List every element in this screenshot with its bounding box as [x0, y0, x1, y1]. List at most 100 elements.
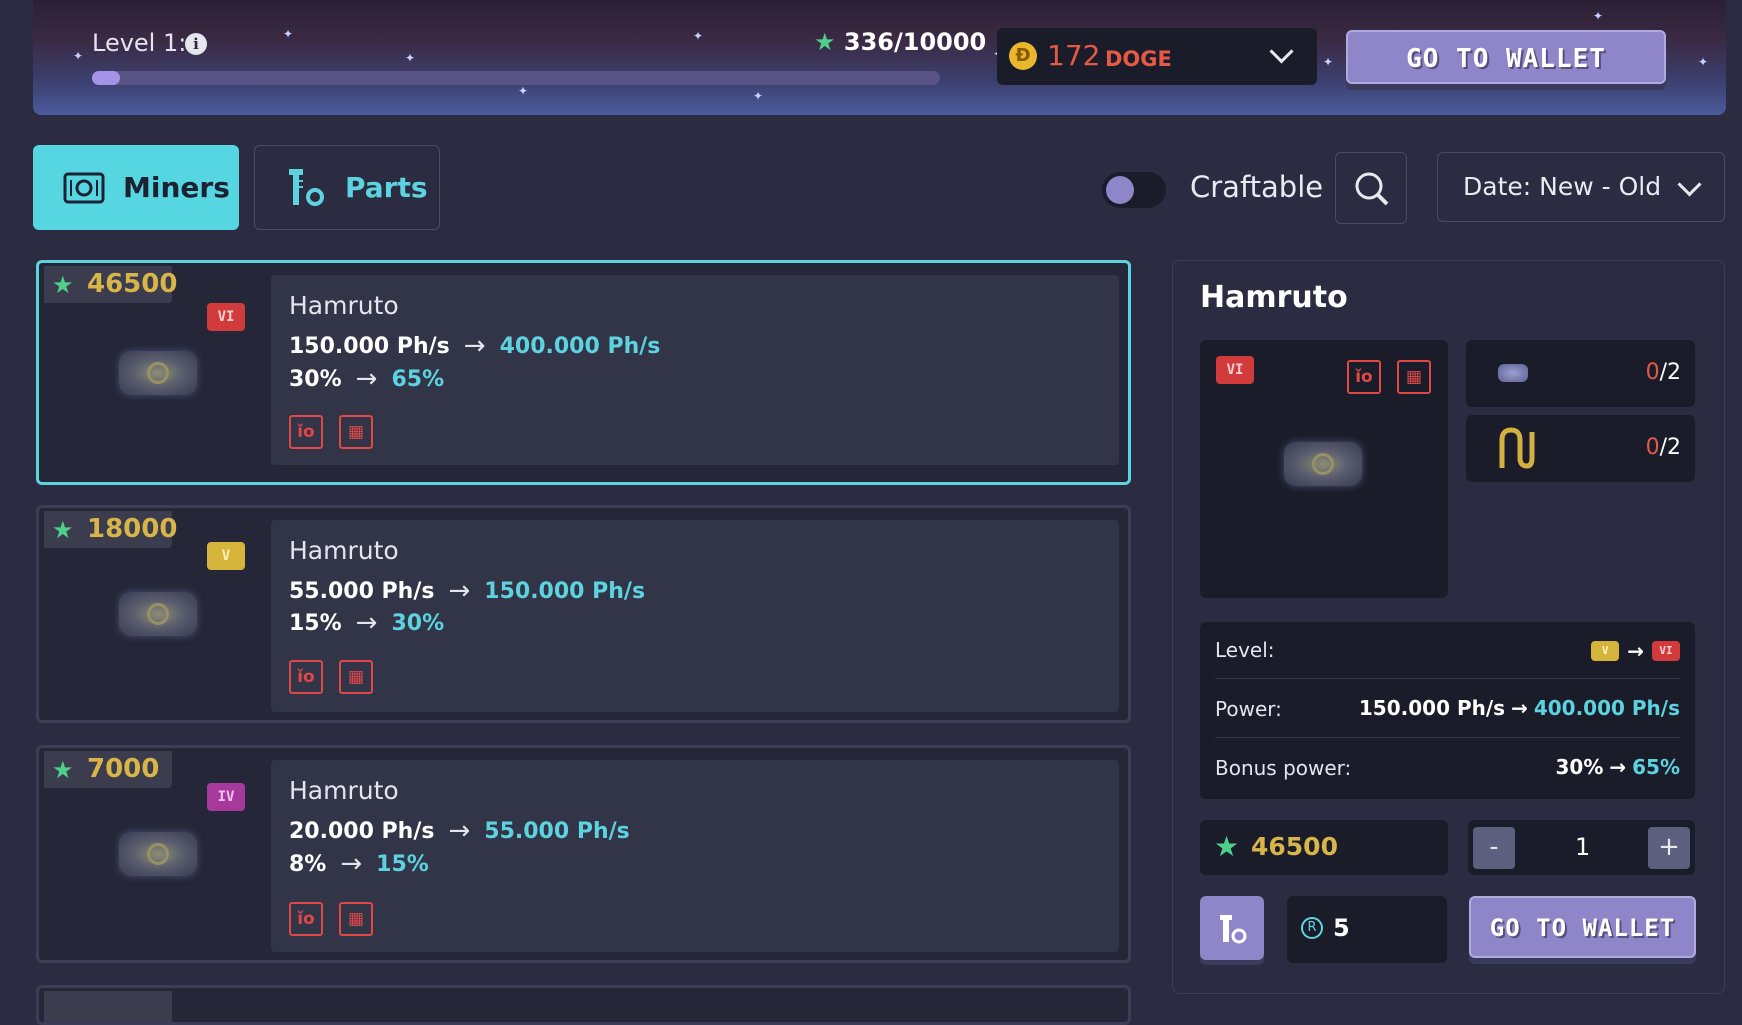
craftable-label: Craftable	[1190, 170, 1324, 204]
decrement-button[interactable]: -	[1473, 827, 1515, 869]
arrow-right-icon: →	[1627, 639, 1644, 663]
increment-button[interactable]: +	[1648, 827, 1690, 869]
star-icon: ★	[52, 271, 74, 299]
quantity-value: 1	[1575, 833, 1591, 861]
price-badge: ★ 7000	[44, 751, 172, 788]
miner-info-panel: Hamruto 150.000 Ph/s → 400.000 Ph/s 30% …	[271, 275, 1119, 465]
go-to-wallet-button[interactable]: GO TO WALLET	[1469, 896, 1696, 958]
tab-parts-label: Parts	[345, 171, 428, 204]
currency-selector[interactable]: Ð 172 DOGE	[997, 28, 1317, 85]
miner-card[interactable]: ★ 7000 IV Hamruto 20.000 Ph/s → 55.000 P…	[36, 745, 1131, 963]
level-stat-label: Level:	[1215, 638, 1275, 662]
info-icon[interactable]: i	[185, 33, 207, 55]
parts-icon	[289, 168, 324, 206]
bonus-to: 65%	[1632, 755, 1680, 779]
price-value: 18000	[87, 514, 178, 544]
price-value: 46500	[87, 269, 178, 299]
tab-miners-label: Miners	[123, 171, 230, 204]
star-icon: ★	[814, 28, 836, 56]
tier-badge: IV	[207, 783, 245, 811]
sparkle-icon: ✦	[753, 89, 764, 103]
parts-required-icon: ǐo	[1347, 360, 1381, 394]
slot-count: 0/2	[1645, 360, 1681, 385]
currency-r-icon: R	[1301, 917, 1323, 939]
level-label: Level 1:	[92, 29, 187, 57]
miner-card[interactable]	[36, 985, 1131, 1025]
power-to: 55.000 Ph/s	[484, 818, 630, 844]
parts-required-icon: ǐo	[289, 902, 323, 936]
go-to-wallet-button[interactable]: GO TO WALLET	[1346, 30, 1666, 84]
miner-image	[1284, 442, 1362, 486]
sparkle-icon: ✦	[1593, 9, 1604, 23]
miner-card[interactable]: ★ 18000 V Hamruto 55.000 Ph/s → 150.000 …	[36, 505, 1131, 723]
miner-image	[119, 351, 197, 395]
parts-button[interactable]	[1200, 896, 1264, 960]
search-icon	[1355, 172, 1389, 206]
tier-badge: V	[1591, 641, 1620, 661]
bonus-row: 8% → 15%	[289, 849, 429, 879]
sparkle-icon: ✦	[693, 29, 704, 43]
sparkle-icon: ✦	[1323, 55, 1334, 69]
miner-part-required-icon: ▦	[1397, 360, 1431, 394]
quantity-stepper[interactable]: - 1 +	[1468, 820, 1695, 875]
parts-icon	[1220, 915, 1247, 944]
parts-cost: 5	[1333, 914, 1350, 942]
detail-title: Hamruto	[1200, 280, 1348, 315]
tab-miners[interactable]: Miners	[33, 145, 239, 230]
divider	[1215, 678, 1680, 679]
craft-slot[interactable]: 0/2	[1466, 415, 1695, 482]
power-from: 20.000 Ph/s	[289, 818, 435, 844]
craft-slot[interactable]: 0/2	[1466, 340, 1695, 407]
miner-image	[119, 832, 197, 876]
bonus-stat-value: 30% → 65%	[1555, 755, 1680, 779]
sparkle-icon: ✦	[283, 27, 294, 41]
bonus-stat-label: Bonus power:	[1215, 756, 1352, 780]
parts-required-icon: ǐo	[289, 415, 323, 449]
miner-part-required-icon: ▦	[339, 902, 373, 936]
doge-coin-icon: Ð	[1009, 42, 1037, 70]
miner-part-required-icon: ▦	[339, 415, 373, 449]
chevron-down-icon	[1269, 39, 1294, 64]
craft-price: 46500	[1251, 832, 1338, 861]
xp-counter: ★ 336/10000	[814, 28, 986, 56]
parts-cost-box: R 5	[1287, 896, 1447, 963]
power-to: 400.000 Ph/s	[1533, 696, 1680, 720]
cable-icon	[1499, 427, 1535, 469]
bonus-from: 30%	[1555, 755, 1604, 779]
toggle-knob	[1106, 176, 1134, 204]
bonus-from: 30%	[289, 366, 342, 392]
miner-part-required-icon: ▦	[339, 660, 373, 694]
arrow-right-icon: →	[1609, 755, 1627, 779]
miner-name: Hamruto	[289, 291, 399, 320]
xp-progress-bar	[92, 71, 940, 85]
power-from: 150.000 Ph/s	[289, 333, 450, 359]
miner-icon	[63, 172, 105, 203]
star-icon: ★	[52, 756, 74, 784]
price-badge: ★ 46500	[44, 266, 177, 303]
miner-name: Hamruto	[289, 536, 399, 565]
tier-badge: VI	[207, 303, 245, 331]
price-value: 7000	[87, 754, 160, 784]
power-to: 150.000 Ph/s	[484, 578, 646, 604]
miner-card[interactable]: ★ 46500 VI Hamruto 150.000 Ph/s → 400.00…	[36, 260, 1131, 485]
power-stat-value: 150.000 Ph/s → 400.000 Ph/s	[1359, 696, 1680, 720]
parts-required-icon: ǐo	[289, 660, 323, 694]
slot-count: 0/2	[1645, 435, 1681, 460]
bonus-to: 30%	[391, 610, 445, 636]
sort-dropdown[interactable]: Date: New - Old	[1437, 152, 1725, 222]
search-button[interactable]	[1335, 152, 1407, 224]
star-icon: ★	[52, 516, 74, 544]
arrow-right-icon: →	[463, 331, 486, 361]
sparkle-icon: ✦	[518, 84, 529, 98]
arrow-right-icon: →	[355, 364, 378, 394]
power-from: 55.000 Ph/s	[289, 578, 435, 604]
tab-parts[interactable]: Parts	[254, 145, 440, 230]
craftable-toggle[interactable]	[1102, 172, 1166, 208]
power-to: 400.000 Ph/s	[499, 333, 661, 359]
tier-badge: VI	[1652, 641, 1680, 661]
miner-info-panel: Hamruto 55.000 Ph/s → 150.000 Ph/s 15% →…	[271, 520, 1119, 712]
divider	[1215, 737, 1680, 738]
miner-info-panel: Hamruto 20.000 Ph/s → 55.000 Ph/s 8% → 1…	[271, 760, 1119, 952]
bonus-row: 30% → 65%	[289, 364, 444, 394]
arrow-right-icon: →	[448, 816, 471, 846]
